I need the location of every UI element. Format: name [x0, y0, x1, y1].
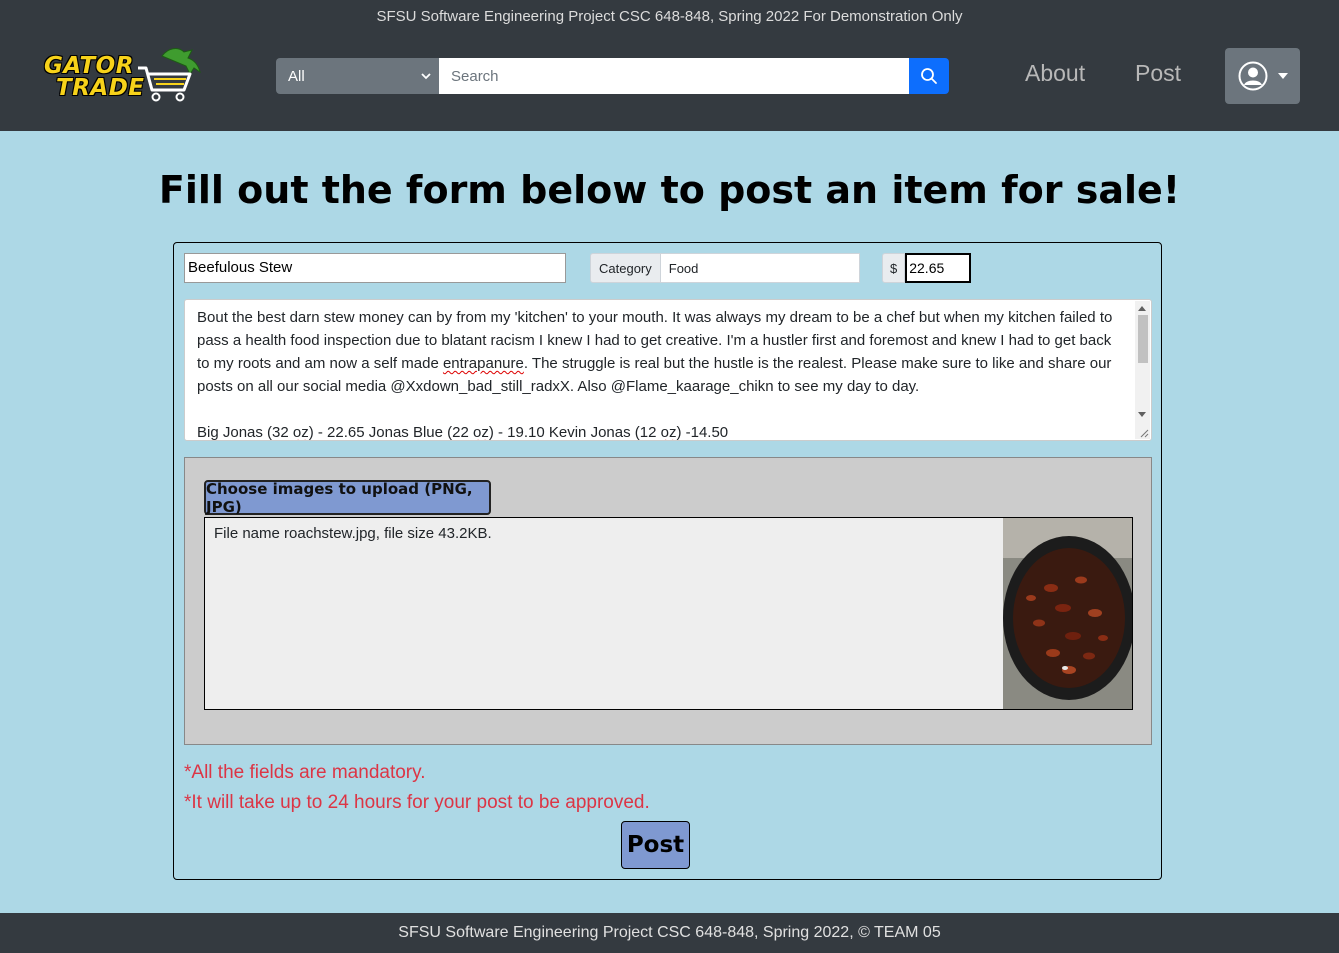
page-title: Fill out the form below to post an item …	[158, 168, 1181, 212]
user-menu-button[interactable]	[1225, 48, 1300, 104]
nav-post-link[interactable]: Post	[1135, 60, 1181, 87]
description-text: ) - 19.10 Kevin Jonas (12	[488, 424, 661, 441]
file-info-text: File name roachstew.jpg, file size 43.2K…	[214, 525, 492, 542]
category-field: Category Food	[590, 253, 860, 283]
uploaded-image-thumbnail	[1003, 518, 1132, 709]
item-name-input[interactable]: Beefulous Stew	[184, 253, 566, 283]
description-text: ) -14.50	[676, 424, 729, 441]
description-textarea[interactable]: Bout the best darn stew money can by fro…	[184, 299, 1152, 441]
scroll-up-icon[interactable]	[1138, 306, 1146, 311]
category-input[interactable]: Food	[660, 253, 860, 283]
description-scrollbar[interactable]	[1135, 301, 1150, 439]
category-label: Category	[590, 253, 661, 283]
post-item-form: Beefulous Stew Category Food $ 22.65 Bou…	[173, 242, 1162, 880]
search-input[interactable]: Search	[439, 58, 909, 94]
description-paragraph: Bout the best darn stew money can by fro…	[197, 306, 1117, 398]
category-select-value: All	[288, 67, 305, 85]
scroll-thumb[interactable]	[1138, 315, 1148, 363]
image-upload-section: Choose images to upload (PNG, JPG) File …	[184, 457, 1152, 745]
choose-images-button[interactable]: Choose images to upload (PNG, JPG)	[204, 480, 491, 516]
logo-text-trade: TRADE	[56, 75, 145, 101]
search-bar: All Search	[276, 58, 949, 94]
search-icon	[921, 68, 937, 84]
spellcheck-word: oz	[660, 424, 677, 441]
user-avatar-icon	[1238, 61, 1267, 91]
description-paragraph: Big Jonas (32 oz) - 22.65 Jonas Blue (22…	[197, 421, 1117, 441]
chevron-down-icon	[421, 73, 431, 80]
category-select[interactable]: All	[276, 58, 439, 94]
mandatory-fields-note: *All the fields are mandatory.	[184, 762, 426, 783]
price-field: $ 22.65	[882, 253, 972, 283]
spellcheck-word: entrapanure	[442, 355, 524, 372]
page-footer: SFSU Software Engineering Project CSC 64…	[0, 913, 1339, 953]
spellcheck-word: oz	[473, 424, 489, 441]
top-navbar: SFSU Software Engineering Project CSC 64…	[0, 0, 1339, 131]
search-button[interactable]	[909, 58, 949, 94]
resize-handle-icon[interactable]	[1139, 428, 1149, 438]
gator-trade-logo[interactable]: GATOR TRADE	[28, 46, 203, 104]
footer-text: SFSU Software Engineering Project CSC 64…	[398, 924, 941, 941]
currency-label: $	[882, 253, 906, 283]
scroll-down-icon[interactable]	[1138, 412, 1146, 417]
demo-banner: SFSU Software Engineering Project CSC 64…	[376, 8, 963, 25]
approval-time-note: *It will take up to 24 hours for your po…	[184, 792, 650, 813]
nav-about-link[interactable]: About	[1025, 60, 1085, 87]
caret-down-icon	[1277, 73, 1288, 79]
post-submit-button[interactable]: Post	[621, 821, 690, 869]
price-input[interactable]: 22.65	[905, 253, 972, 283]
description-text: Big Jonas (32	[197, 424, 293, 441]
upload-preview: File name roachstew.jpg, file size 43.2K…	[204, 517, 1133, 710]
search-placeholder: Search	[451, 67, 499, 85]
description-text: ) - 22.65 Jonas Blue (22	[308, 424, 473, 441]
spellcheck-word: oz	[292, 424, 309, 441]
